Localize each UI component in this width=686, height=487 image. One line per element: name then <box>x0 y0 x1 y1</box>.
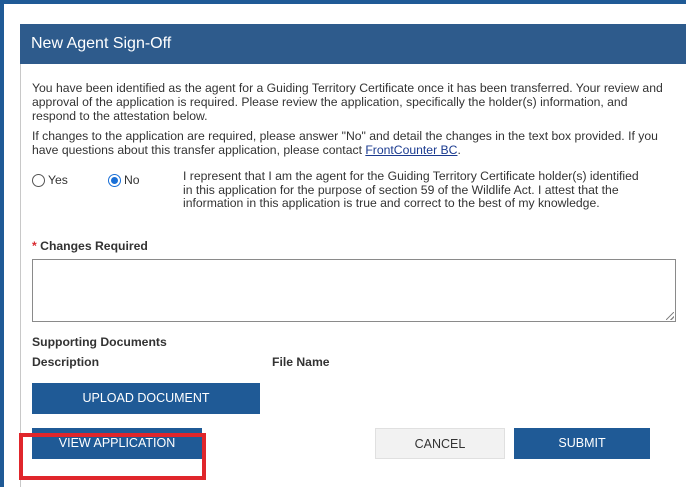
changes-required-textarea[interactable] <box>32 259 676 322</box>
radio-yes-option[interactable]: Yes <box>32 173 68 187</box>
dialog-body: You have been identified as the agent fo… <box>20 64 686 487</box>
attestation-text: I represent that I am the agent for the … <box>183 169 639 210</box>
changes-note: If changes to the application are requir… <box>32 129 672 157</box>
view-application-button[interactable]: VIEW APPLICATION <box>32 428 202 459</box>
dialog-title: New Agent Sign-Off <box>20 24 686 64</box>
radio-no-label: No <box>124 173 140 187</box>
column-header-description: Description <box>32 355 100 369</box>
changes-required-text: Changes Required <box>40 239 148 253</box>
radio-yes-label: Yes <box>48 173 68 187</box>
textarea-resize-handle[interactable] <box>666 312 674 320</box>
upload-document-button[interactable]: UPLOAD DOCUMENT <box>32 383 260 414</box>
column-header-file-name: File Name <box>272 355 330 369</box>
supporting-documents-heading: Supporting Documents <box>32 335 167 349</box>
changes-note-text: If changes to the application are requir… <box>32 129 658 157</box>
radio-no-option[interactable]: No <box>108 173 140 187</box>
submit-button[interactable]: SUBMIT <box>514 428 650 459</box>
cancel-button[interactable]: CANCEL <box>375 428 505 459</box>
radio-no[interactable] <box>108 173 121 187</box>
frontcounter-bc-link[interactable]: FrontCounter BC <box>365 143 457 157</box>
required-marker: * <box>32 239 37 253</box>
changes-note-end: . <box>457 143 461 157</box>
changes-required-label: * Changes Required <box>32 239 148 253</box>
intro-text: You have been identified as the agent fo… <box>32 81 663 123</box>
radio-yes[interactable] <box>32 173 45 187</box>
agent-sign-off-dialog: New Agent Sign-Off You have been identif… <box>20 24 686 487</box>
